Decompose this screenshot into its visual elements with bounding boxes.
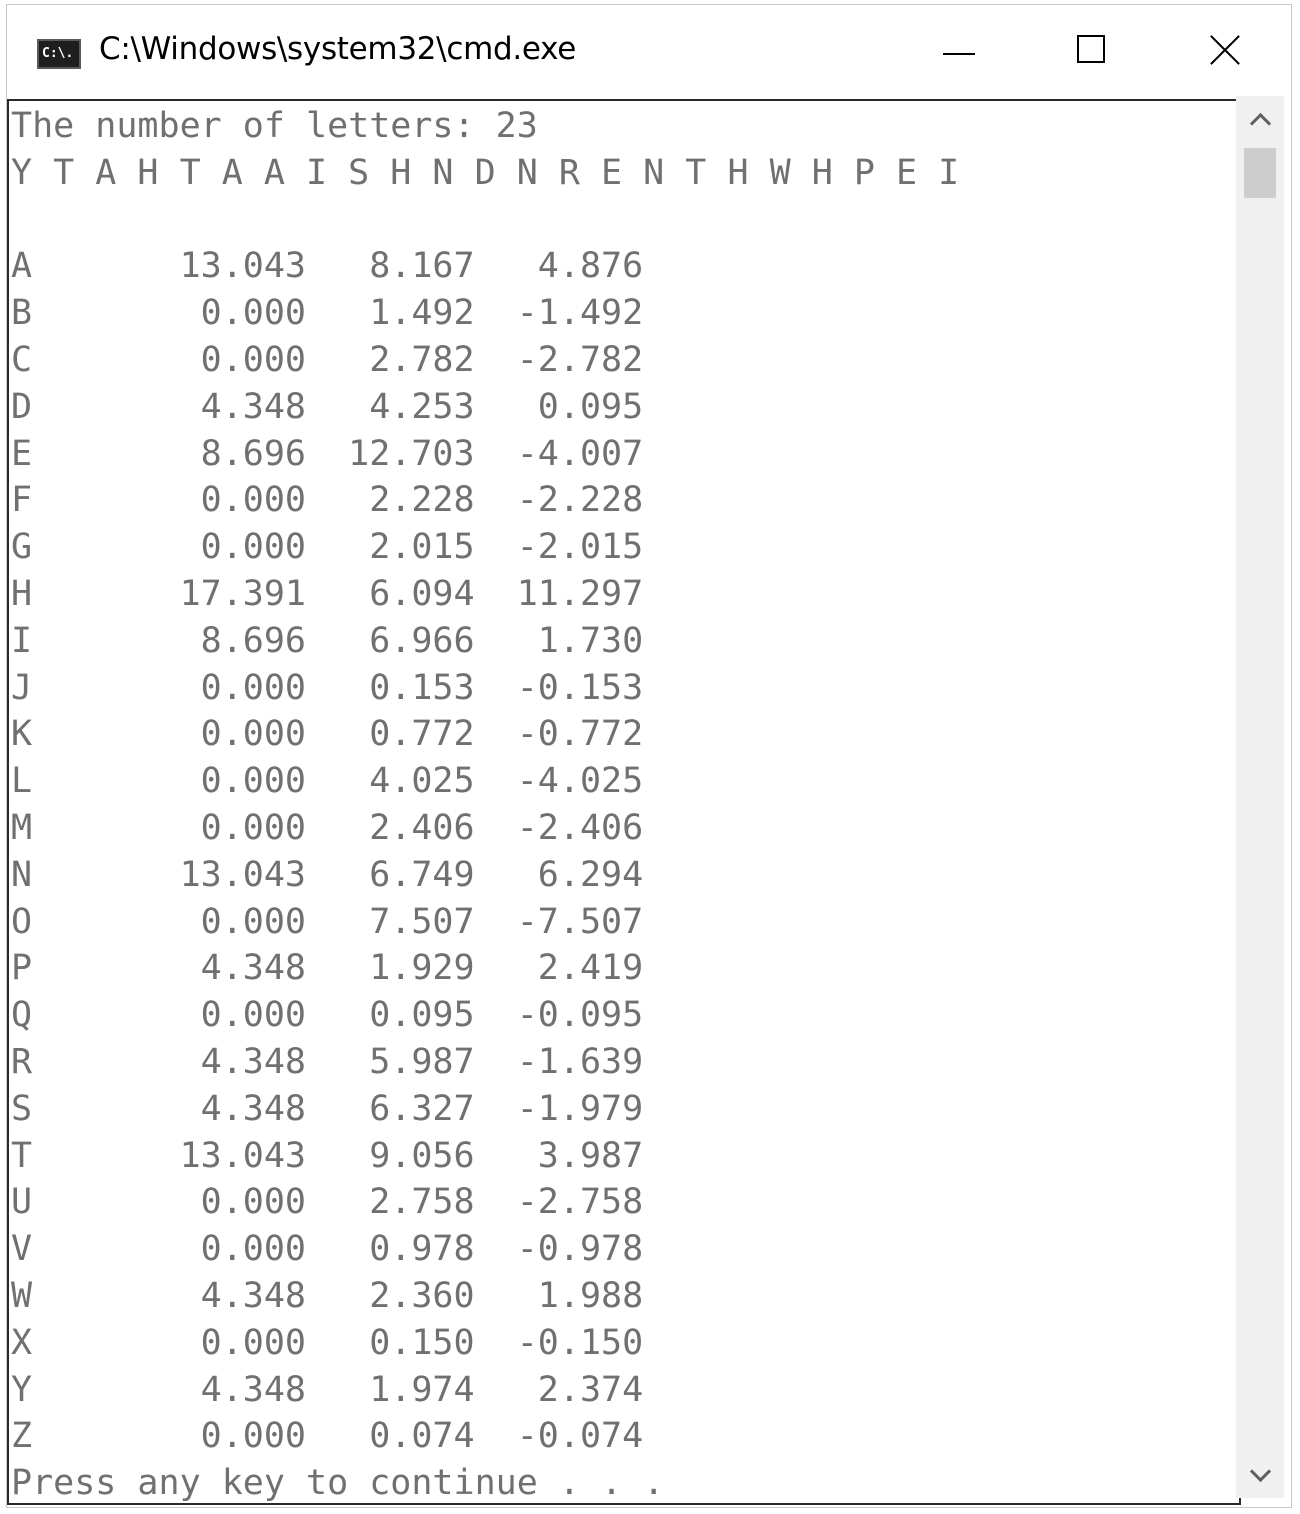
cmd-window: C:\. C:\Windows\system32\cmd.exe The num… [6,4,1292,1508]
console-line: Z 0.000 0.074 -0.074 [11,1416,644,1457]
console-line: P 4.348 1.929 2.419 [11,948,644,989]
console-line: T 13.043 9.056 3.987 [11,1135,644,1176]
console-line: The number of letters: 23 [11,106,538,146]
console-line: C 0.000 2.782 -2.782 [11,340,644,380]
continue-prompt: Press any key to continue . . . [11,1463,665,1504]
console-line: W 4.348 2.360 1.988 [11,1276,644,1316]
console-line: J 0.000 0.153 -0.153 [11,667,644,708]
window-title: C:\Windows\system32\cmd.exe [99,31,576,67]
scroll-down-button[interactable] [1236,1454,1284,1498]
console-output[interactable]: The number of letters: 23 Y T A H T A A I… [7,99,1241,1505]
vertical-scrollbar[interactable] [1236,96,1284,1498]
console-line: L 0.000 4.025 -4.025 [11,761,644,802]
title-bar[interactable]: C:\. C:\Windows\system32\cmd.exe [7,5,1291,99]
console-line: K 0.000 0.772 -0.772 [11,714,644,755]
console-line: Y T A H T A A I S H N D N R E N T H W H … [11,152,960,193]
console-line: N 13.043 6.749 6.294 [11,854,644,895]
console-line: M 0.000 2.406 -2.406 [11,808,644,848]
close-button[interactable] [1157,5,1289,99]
maximize-button[interactable] [1025,5,1157,99]
console-line: V 0.000 0.978 -0.978 [11,1229,644,1270]
console-line: H 17.391 6.094 11.297 [11,574,644,614]
console-line: O 0.000 7.507 -7.507 [11,901,644,942]
console-line: B 0.000 1.492 -1.492 [11,293,644,334]
console-line: Q 0.000 0.095 -0.095 [11,995,644,1036]
console-line: R 4.348 5.987 -1.639 [11,1042,644,1082]
console-line: D 4.348 4.253 0.095 [11,386,644,427]
console-line: F 0.000 2.228 -2.228 [11,480,644,521]
console-line: E 8.696 12.703 -4.007 [11,433,644,474]
scroll-up-button[interactable] [1236,96,1284,140]
cmd-icon[interactable]: C:\. [37,39,81,69]
console-line: U 0.000 2.758 -2.758 [11,1182,644,1223]
minimize-button[interactable] [893,5,1025,99]
console-line: S 4.348 6.327 -1.979 [11,1088,644,1129]
console-line: Y 4.348 1.974 2.374 [11,1369,644,1410]
scrollbar-thumb[interactable] [1244,148,1276,198]
console-line: G 0.000 2.015 -2.015 [11,527,644,568]
console-line: I 8.696 6.966 1.730 [11,620,644,661]
console-line: A 13.043 8.167 4.876 [11,246,644,287]
console-line: X 0.000 0.150 -0.150 [11,1322,644,1363]
